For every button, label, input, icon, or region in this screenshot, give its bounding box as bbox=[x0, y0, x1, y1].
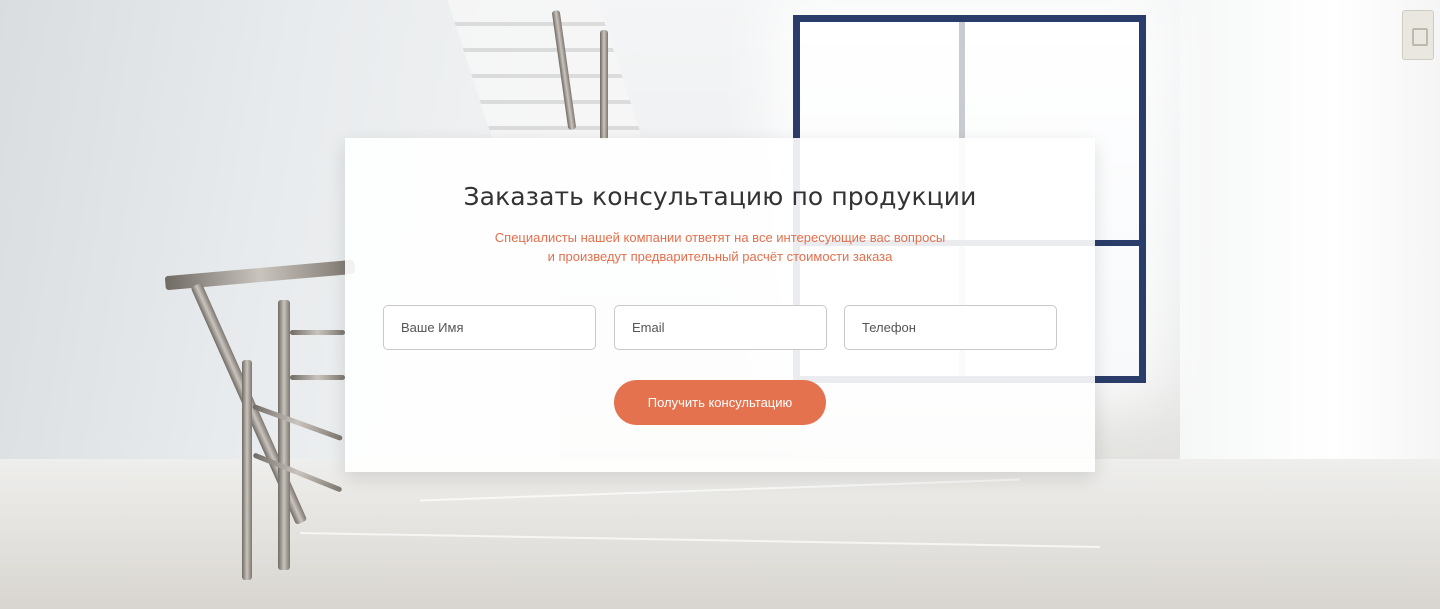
handrail-post bbox=[278, 300, 290, 570]
form-subtitle: Специалисты нашей компании ответят на вс… bbox=[345, 228, 1095, 266]
name-input[interactable] bbox=[383, 305, 596, 350]
form-title: Заказать консультацию по продукции bbox=[463, 182, 977, 211]
get-consultation-button[interactable]: Получить консультацию bbox=[614, 380, 826, 425]
handrail-post bbox=[600, 30, 608, 140]
consultation-form-card: Заказать консультацию по продукции Специ… bbox=[345, 138, 1095, 472]
background-floor bbox=[0, 459, 1440, 609]
form-subtitle-line-1: Специалисты нашей компании ответят на вс… bbox=[494, 230, 946, 245]
floor-reflection bbox=[420, 478, 1020, 502]
floor-reflection bbox=[300, 532, 1100, 548]
form-subtitle-line-2: и произведут предварительный расчёт стои… bbox=[547, 249, 893, 264]
handrail-post bbox=[242, 360, 252, 580]
email-input[interactable] bbox=[614, 305, 827, 350]
handrail-bar bbox=[290, 375, 345, 380]
wall-socket-icon bbox=[1402, 10, 1434, 60]
phone-input[interactable] bbox=[844, 305, 1057, 350]
form-fields bbox=[383, 305, 1057, 350]
handrail-bar bbox=[290, 330, 345, 335]
